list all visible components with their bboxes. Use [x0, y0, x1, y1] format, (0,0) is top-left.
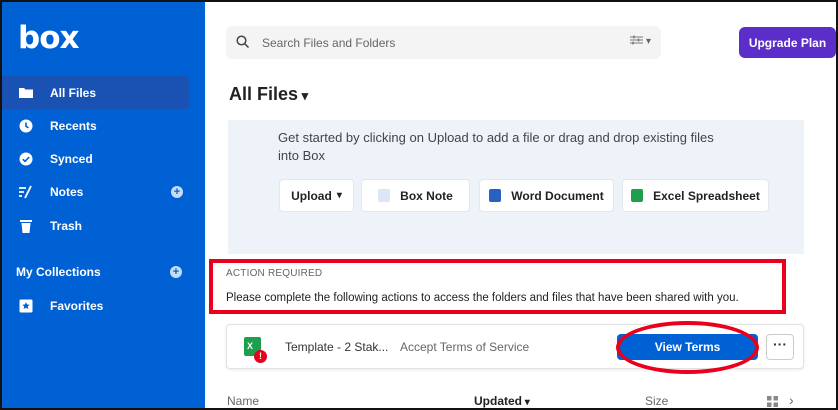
add-note-icon[interactable]: +	[171, 185, 183, 198]
terms-action-text: Accept Terms of Service	[400, 340, 530, 354]
upload-button[interactable]: Upload ▾	[279, 179, 354, 212]
add-collection-icon[interactable]: +	[170, 266, 182, 278]
sidebar-item-notes[interactable]: Notes +	[2, 175, 189, 208]
more-options-button[interactable]: ···	[766, 334, 794, 360]
sidebar-item-label: Favorites	[50, 298, 104, 313]
filter-sliders-icon	[629, 35, 643, 48]
collections-heading: My Collections	[16, 265, 101, 279]
folder-icon	[16, 85, 36, 101]
column-header-updated[interactable]: Updated ▾	[474, 394, 530, 408]
sidebar-item-favorites[interactable]: Favorites	[2, 289, 189, 322]
sidebar: box All Files Recents Synced Notes + Tra…	[2, 2, 205, 408]
sidebar-item-trash[interactable]: Trash	[2, 209, 189, 242]
box-logo[interactable]: box	[18, 20, 79, 56]
box-note-icon	[378, 189, 391, 202]
sidebar-item-label: Recents	[50, 118, 97, 133]
word-icon	[489, 189, 502, 202]
view-terms-highlight-ellipse	[616, 321, 759, 374]
chevron-down-icon: ▾	[336, 190, 342, 201]
search-icon	[236, 34, 252, 51]
chevron-right-icon[interactable]: ›	[789, 392, 794, 408]
page-title[interactable]: All Files ▾	[229, 84, 308, 105]
column-header-name[interactable]: Name	[227, 394, 259, 408]
excel-spreadsheet-button[interactable]: Excel Spreadsheet	[622, 179, 769, 212]
action-required-message: Please complete the following actions to…	[226, 292, 739, 304]
chevron-down-icon: ▾	[645, 36, 651, 47]
sidebar-item-all-files[interactable]: All Files	[2, 76, 189, 109]
sidebar-item-label: All Files	[50, 85, 97, 100]
check-circle-icon	[16, 151, 36, 167]
trash-icon	[16, 218, 36, 234]
notes-icon	[16, 184, 36, 200]
chevron-down-icon: ▾	[522, 397, 530, 408]
empty-state-panel: Get started by clicking on Upload to add…	[228, 120, 804, 254]
action-required-title: ACTION REQUIRED	[226, 268, 323, 279]
clock-icon	[16, 118, 36, 134]
box-note-button[interactable]: Box Note	[361, 179, 470, 212]
sidebar-item-label: Notes	[50, 184, 84, 199]
sidebar-item-synced[interactable]: Synced	[2, 142, 189, 175]
sidebar-item-label: Synced	[50, 151, 93, 166]
favorites-icon	[16, 298, 36, 314]
app-window: box All Files Recents Synced Notes + Tra…	[0, 0, 838, 410]
search-filter-button[interactable]: ▾	[629, 35, 651, 48]
search-input[interactable]	[262, 35, 582, 50]
column-header-size[interactable]: Size	[645, 394, 668, 408]
file-name[interactable]: Template - 2 Stak...	[285, 340, 388, 354]
grid-view-icon[interactable]	[767, 394, 778, 408]
search-bar: ▾	[226, 26, 661, 59]
excel-icon	[631, 189, 644, 202]
sidebar-item-recents[interactable]: Recents	[2, 109, 189, 142]
chevron-down-icon: ▾	[298, 88, 309, 103]
empty-state-text: Get started by clicking on Upload to add…	[278, 130, 714, 163]
upgrade-plan-button[interactable]: Upgrade Plan	[739, 27, 836, 58]
word-document-button[interactable]: Word Document	[479, 179, 614, 212]
alert-icon: !	[254, 350, 267, 363]
sidebar-item-label: Trash	[50, 218, 83, 233]
